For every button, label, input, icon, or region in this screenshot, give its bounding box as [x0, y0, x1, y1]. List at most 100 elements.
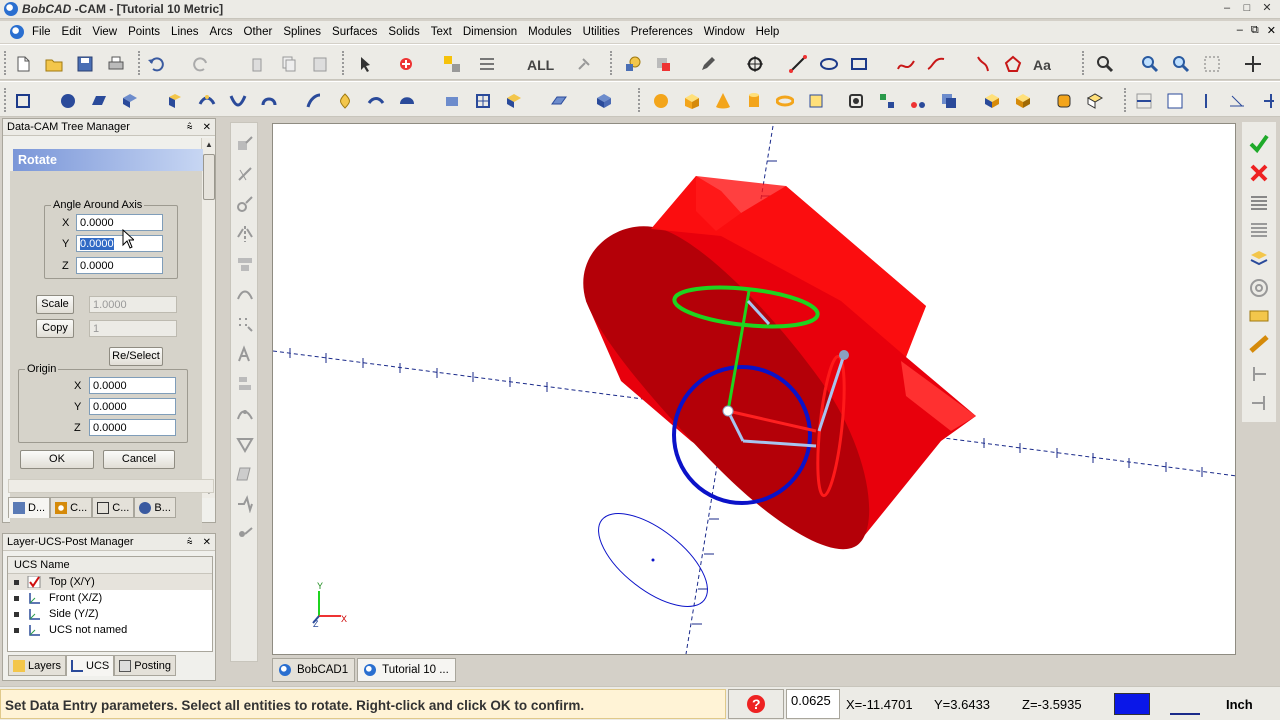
- solid-extrude-icon[interactable]: [845, 90, 867, 112]
- zoom-in-icon[interactable]: [1139, 53, 1161, 75]
- feature-icon[interactable]: [1053, 90, 1075, 112]
- menu-solids[interactable]: Solids: [383, 26, 425, 38]
- ok-button[interactable]: OK: [20, 450, 94, 469]
- solid-wedge-icon[interactable]: [805, 90, 827, 112]
- wrap-icon[interactable]: [236, 435, 254, 453]
- join-icon[interactable]: [236, 525, 254, 543]
- help-cursor-icon[interactable]: ?: [728, 689, 784, 719]
- tab-ucs[interactable]: UCS: [66, 655, 115, 676]
- add-entity-icon[interactable]: [395, 53, 417, 75]
- table-row[interactable]: Front (X/Z): [8, 590, 212, 606]
- box-wire-icon[interactable]: [12, 90, 34, 112]
- solid-torus-icon[interactable]: [774, 90, 796, 112]
- table-row[interactable]: Top (X/Y): [8, 574, 212, 590]
- menu-surfaces[interactable]: Surfaces: [327, 26, 383, 38]
- menu-preferences[interactable]: Preferences: [626, 26, 699, 38]
- tab-posting[interactable]: Posting: [114, 655, 176, 676]
- angle-x-input[interactable]: 0.0000: [76, 214, 163, 231]
- pin-icon[interactable]: ⩯: [187, 537, 193, 548]
- curve-icon[interactable]: [925, 53, 947, 75]
- erase-icon[interactable]: [652, 53, 674, 75]
- selection-filter-icon[interactable]: [476, 53, 498, 75]
- menu-dimension[interactable]: Dimension: [458, 26, 523, 38]
- scale-tool-icon[interactable]: [236, 195, 254, 213]
- arrow-right-icon[interactable]: [1248, 363, 1270, 385]
- edit-pencil-icon[interactable]: [697, 53, 719, 75]
- view-iso-icon[interactable]: [1226, 90, 1248, 112]
- target-icon[interactable]: [1248, 277, 1270, 299]
- red-x-icon[interactable]: [1248, 162, 1270, 184]
- solid-cylinder-icon[interactable]: [743, 90, 765, 112]
- table-row[interactable]: Side (Y/Z): [8, 606, 212, 622]
- boolean-icon[interactable]: [876, 90, 898, 112]
- text-tool-label[interactable]: Aa: [1033, 57, 1051, 73]
- list-icon[interactable]: [1248, 192, 1270, 214]
- menu-help[interactable]: Help: [751, 26, 786, 38]
- maximize-button[interactable]: □: [1238, 1, 1256, 17]
- project-icon[interactable]: [236, 465, 254, 483]
- tab-tutorial-10[interactable]: Tutorial 10 ...: [357, 658, 456, 682]
- solid-box-icon[interactable]: [593, 90, 615, 112]
- plane-icon[interactable]: [88, 90, 110, 112]
- scale-button[interactable]: Scale: [36, 295, 74, 314]
- copy-icon[interactable]: [278, 53, 300, 75]
- ucs-column-header[interactable]: UCS Name: [8, 557, 212, 574]
- solid-sphere-icon[interactable]: [650, 90, 672, 112]
- new-file-icon[interactable]: [12, 53, 34, 75]
- undo-icon[interactable]: [145, 53, 167, 75]
- document-menu-icon[interactable]: [10, 25, 24, 39]
- save-icon[interactable]: [74, 53, 96, 75]
- model-canvas[interactable]: Y X Z: [273, 124, 1236, 655]
- zoom-window-icon[interactable]: [1201, 53, 1223, 75]
- pin-icon[interactable]: ⩯: [187, 122, 193, 133]
- select-arrow-icon[interactable]: [355, 53, 377, 75]
- angle-y-input[interactable]: 0.0000: [76, 235, 163, 252]
- select-all-label[interactable]: ALL: [527, 57, 554, 73]
- menu-view[interactable]: View: [87, 26, 123, 38]
- checkmark-icon[interactable]: [1248, 132, 1270, 154]
- menu-lines[interactable]: Lines: [166, 26, 205, 38]
- zoom-out-icon[interactable]: [1170, 53, 1192, 75]
- color-picker[interactable]: [1110, 689, 1162, 719]
- tab-layers[interactable]: Layers: [8, 655, 67, 676]
- offset-surface-icon[interactable]: [441, 90, 463, 112]
- menu-points[interactable]: Points: [123, 26, 166, 38]
- menu-arcs[interactable]: Arcs: [205, 26, 239, 38]
- mirror-icon[interactable]: [236, 225, 254, 243]
- flat-surface-icon[interactable]: [548, 90, 570, 112]
- grid-array-icon[interactable]: [236, 315, 254, 333]
- line-style-picker[interactable]: [1166, 689, 1218, 719]
- tab-cad[interactable]: C...: [92, 497, 135, 518]
- print-icon[interactable]: [105, 53, 127, 75]
- trim-surface-icon[interactable]: [472, 90, 494, 112]
- cad-viewport[interactable]: Y X Z: [272, 123, 1236, 655]
- shapes-icon[interactable]: [622, 53, 644, 75]
- toolbar-grip[interactable]: [4, 51, 7, 75]
- ruled-surface-icon[interactable]: [303, 90, 325, 112]
- open-file-icon[interactable]: [43, 53, 65, 75]
- loft-surface-icon[interactable]: [258, 90, 280, 112]
- menu-text[interactable]: Text: [426, 26, 458, 38]
- list-alt-icon[interactable]: [1248, 219, 1270, 241]
- sphere-icon[interactable]: [57, 90, 79, 112]
- minimize-button[interactable]: –: [1218, 1, 1236, 17]
- menu-splines[interactable]: Splines: [278, 26, 327, 38]
- table-row[interactable]: UCS not named: [8, 622, 212, 638]
- menu-edit[interactable]: Edit: [57, 26, 88, 38]
- scroll-up-icon[interactable]: ▲: [204, 140, 214, 149]
- revolve-surface-icon[interactable]: [196, 90, 218, 112]
- close-icon[interactable]: ✕: [203, 537, 211, 548]
- snap-increment-field[interactable]: 0.0625: [786, 689, 840, 719]
- align-icon[interactable]: [236, 375, 254, 393]
- polygon-icon[interactable]: [1002, 53, 1024, 75]
- mdi-restore-button[interactable]: ⧉: [1251, 24, 1259, 37]
- close-button[interactable]: ✕: [1258, 1, 1276, 17]
- tab-bobcad1[interactable]: BobCAD1: [272, 658, 356, 682]
- tab-bobart[interactable]: B...: [134, 497, 176, 518]
- point-icon[interactable]: [744, 53, 766, 75]
- menu-file[interactable]: File: [27, 26, 57, 38]
- pin-icon[interactable]: [573, 53, 595, 75]
- scroll-thumb[interactable]: [203, 154, 215, 200]
- pan-icon[interactable]: [1242, 53, 1264, 75]
- stock-box-icon[interactable]: [1012, 90, 1034, 112]
